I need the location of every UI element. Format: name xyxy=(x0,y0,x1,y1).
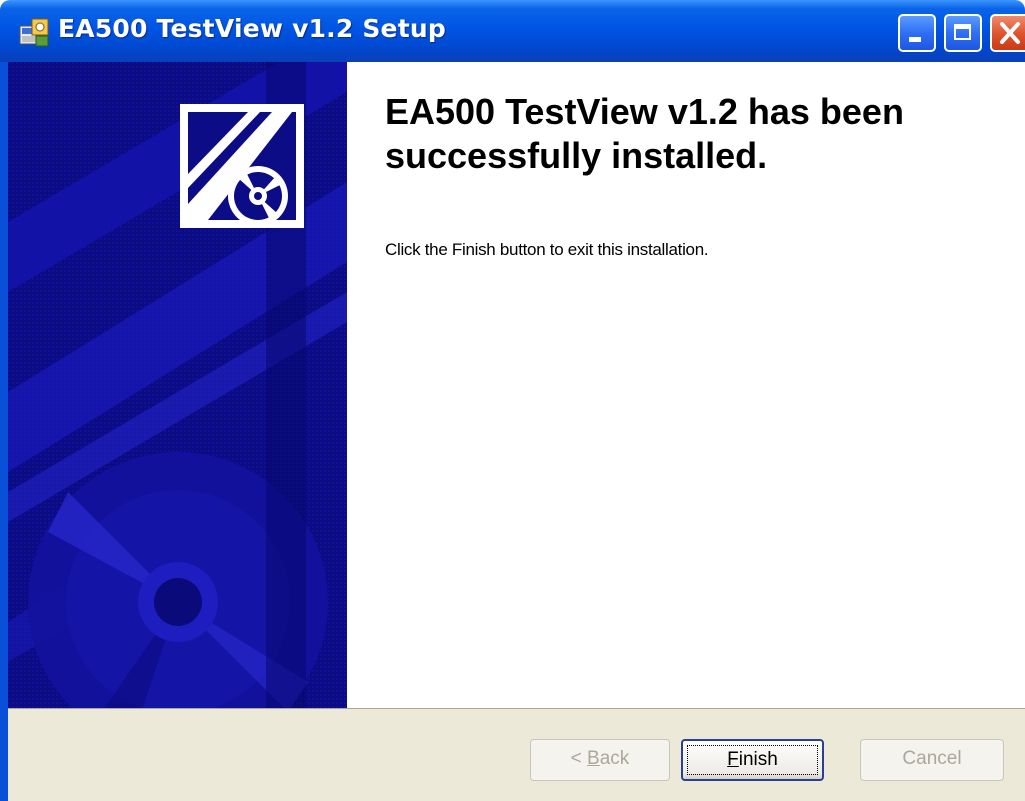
minimize-icon[interactable] xyxy=(898,14,936,52)
focus-rectangle xyxy=(687,745,818,775)
maximize-icon[interactable] xyxy=(944,14,982,52)
setup-logo xyxy=(180,104,304,228)
close-icon[interactable] xyxy=(990,14,1025,52)
back-button[interactable]: < Back xyxy=(530,739,670,781)
back-label-rest: ack xyxy=(599,748,630,769)
title-bar[interactable]: EA500 TestView v1.2 Setup xyxy=(0,0,1025,62)
window-title: EA500 TestView v1.2 Setup xyxy=(58,14,446,43)
back-mnemonic: B xyxy=(587,748,600,769)
content-panel: EA500 TestView v1.2 has been successfull… xyxy=(347,62,1025,708)
cancel-button[interactable]: Cancel xyxy=(860,739,1004,781)
banner-artwork xyxy=(8,62,347,708)
installer-banner xyxy=(8,62,347,708)
cancel-label: Cancel xyxy=(902,748,962,769)
completion-description: Click the Finish button to exit this ins… xyxy=(385,240,709,259)
finish-button[interactable]: Finish xyxy=(681,739,824,781)
back-prefix: < xyxy=(570,748,588,769)
installer-icon xyxy=(19,18,49,47)
window-frame xyxy=(0,62,8,801)
button-bar: < Back Finish Cancel xyxy=(8,708,1025,801)
completion-heading: EA500 TestView v1.2 has been successfull… xyxy=(385,91,904,176)
